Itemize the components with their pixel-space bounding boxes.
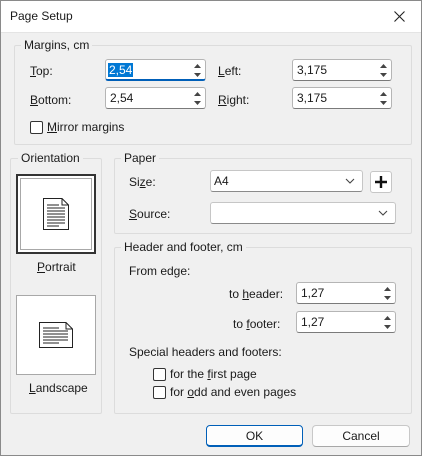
- portrait-option[interactable]: [16, 174, 96, 254]
- spin-down-icon[interactable]: [193, 71, 202, 79]
- special-headers-label: Special headers and footers:: [129, 345, 282, 359]
- to-header-label: to header:: [229, 287, 284, 301]
- size-label: Size:: [129, 175, 156, 189]
- to-header-value[interactable]: 1,27: [301, 286, 324, 300]
- to-footer-value[interactable]: 1,27: [301, 315, 324, 329]
- right-label: Right:: [218, 93, 250, 107]
- bottom-margin-spinner[interactable]: 2,54: [105, 87, 206, 109]
- left-label: Left:: [218, 64, 242, 78]
- spin-up-icon[interactable]: [383, 314, 392, 322]
- chevron-down-icon: [345, 178, 355, 184]
- paper-size-value: A4: [214, 174, 229, 188]
- odd-even-label: for odd and even pages: [170, 385, 297, 399]
- spin-down-icon[interactable]: [379, 99, 388, 107]
- spin-down-icon[interactable]: [383, 294, 392, 302]
- portrait-label: Portrait: [37, 260, 76, 274]
- bottom-label: Bottom:: [30, 93, 72, 107]
- spin-down-icon[interactable]: [193, 99, 202, 107]
- from-edge-label: From edge:: [129, 264, 191, 278]
- portrait-page-icon: [43, 198, 69, 230]
- spin-up-icon[interactable]: [379, 90, 388, 98]
- landscape-option[interactable]: [16, 295, 96, 375]
- cancel-button[interactable]: Cancel: [312, 425, 410, 447]
- spin-down-icon[interactable]: [379, 71, 388, 79]
- landscape-label: Landscape: [29, 381, 88, 395]
- left-margin-value[interactable]: 3,175: [297, 63, 327, 77]
- source-label: Source:: [129, 207, 171, 221]
- bottom-margin-value[interactable]: 2,54: [110, 91, 133, 105]
- to-footer-spinner[interactable]: 1,27: [296, 311, 396, 333]
- to-header-spinner[interactable]: 1,27: [296, 282, 396, 304]
- odd-even-box[interactable]: [153, 386, 166, 399]
- spin-down-icon[interactable]: [383, 323, 392, 331]
- top-margin-spinner[interactable]: 2,54: [105, 59, 206, 81]
- paper-size-dropdown[interactable]: A4: [210, 170, 363, 192]
- spin-up-icon[interactable]: [193, 90, 202, 98]
- margins-legend: Margins, cm: [21, 38, 93, 52]
- orientation-legend: Orientation: [18, 151, 83, 165]
- right-margin-spinner[interactable]: 3,175: [292, 87, 392, 109]
- window-title: Page Setup: [10, 9, 73, 23]
- mirror-margins-label: Mirror margins: [47, 120, 125, 134]
- right-margin-value[interactable]: 3,175: [297, 91, 327, 105]
- chevron-down-icon: [378, 210, 388, 216]
- close-button[interactable]: [377, 1, 421, 32]
- to-footer-label: to footer:: [233, 317, 281, 331]
- mirror-margins-box[interactable]: [30, 121, 43, 134]
- first-page-checkbox[interactable]: for the first page: [153, 367, 313, 383]
- left-margin-spinner[interactable]: 3,175: [292, 59, 392, 81]
- first-page-label: for the first page: [170, 367, 257, 381]
- close-icon: [393, 11, 405, 22]
- mirror-margins-checkbox[interactable]: Mirror margins: [30, 120, 160, 136]
- paper-source-dropdown[interactable]: [210, 202, 396, 224]
- top-margin-value[interactable]: 2,54: [108, 63, 134, 77]
- header-footer-legend: Header and footer, cm: [121, 240, 246, 254]
- spin-up-icon[interactable]: [193, 62, 202, 70]
- paper-legend: Paper: [121, 151, 160, 165]
- top-label: Top:: [30, 64, 53, 78]
- odd-even-checkbox[interactable]: for odd and even pages: [153, 385, 313, 401]
- title-bar: Page Setup: [1, 1, 421, 33]
- page-setup-dialog: Page Setup Margins, cm Top: 2,54 Bottom:…: [0, 0, 422, 456]
- first-page-box[interactable]: [153, 368, 166, 381]
- spin-up-icon[interactable]: [379, 62, 388, 70]
- spin-up-icon[interactable]: [383, 285, 392, 293]
- plus-icon: [375, 176, 387, 188]
- add-paper-size-button[interactable]: [370, 171, 392, 193]
- landscape-page-icon: [39, 322, 73, 348]
- ok-button[interactable]: OK: [206, 425, 303, 447]
